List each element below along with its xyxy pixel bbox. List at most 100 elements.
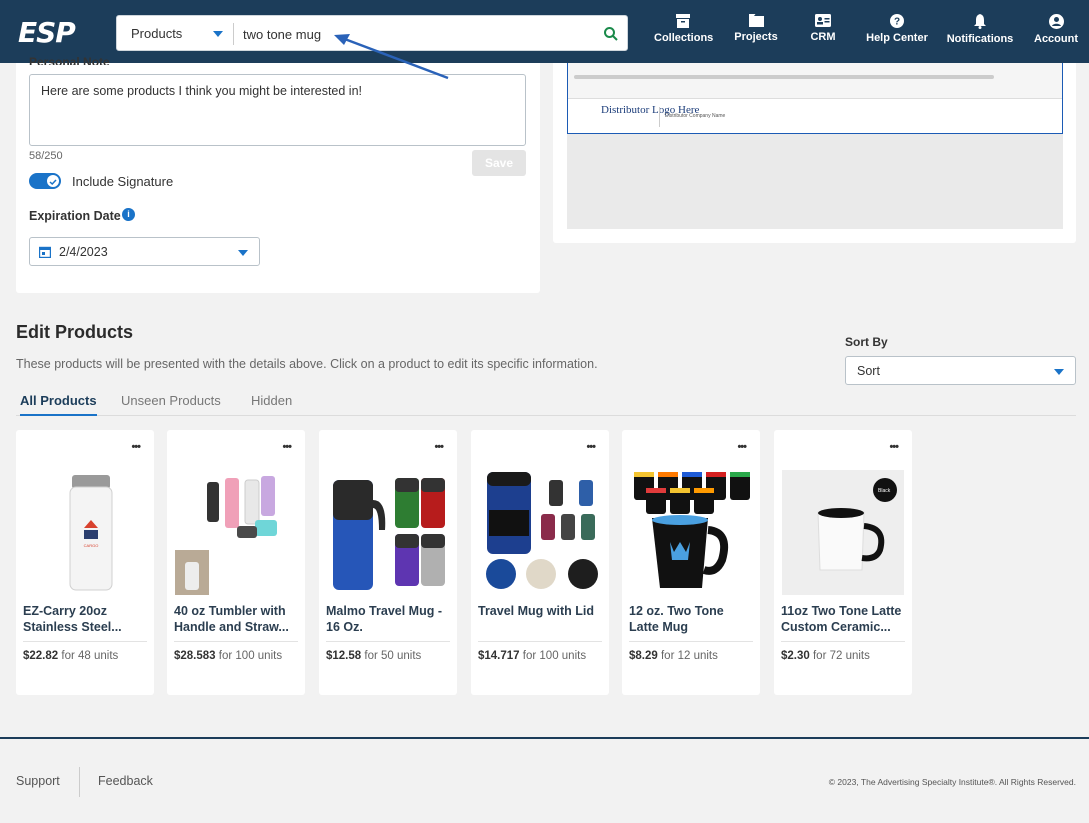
preview-toolbar <box>568 63 1062 99</box>
price-value: $28.583 <box>174 650 216 662</box>
nav-projects[interactable]: Projects <box>733 14 779 56</box>
product-tabs: All Products Unseen Products Hidden <box>16 391 1076 416</box>
divider <box>781 641 905 642</box>
product-name: 12 oz. Two Tone Latte Mug <box>629 604 724 634</box>
contact-card-icon <box>815 14 831 27</box>
expiration-date-value: 2/4/2023 <box>59 245 108 259</box>
product-price: $28.583 for 100 units <box>174 650 282 662</box>
nav-account[interactable]: Account <box>1033 14 1079 56</box>
product-name: EZ-Carry 20oz Stainless Steel... <box>23 604 122 634</box>
product-image <box>479 470 601 595</box>
folder-icon <box>748 14 764 27</box>
tab-hidden[interactable]: Hidden <box>251 393 292 414</box>
search-divider <box>233 23 234 45</box>
more-options-icon[interactable]: ••• <box>434 441 444 453</box>
tab-unseen-products[interactable]: Unseen Products <box>121 393 221 414</box>
preview-scrollbar <box>574 75 994 79</box>
edit-products-title: Edit Products <box>16 322 134 342</box>
product-card[interactable]: ••• 12 oz. Two Tone Latte Mug $8.29 for … <box>622 430 760 695</box>
chevron-down-icon <box>1054 369 1064 375</box>
nav-help-center[interactable]: ? Help Center <box>865 14 929 56</box>
product-name: Malmo Travel Mug - 16 Oz. <box>326 604 442 634</box>
chevron-down-icon[interactable] <box>213 31 223 37</box>
tab-all-products[interactable]: All Products <box>20 393 97 416</box>
search-input[interactable] <box>243 24 583 44</box>
account-icon <box>1048 14 1064 29</box>
top-header: ESP Products Collections Projects CRM ? … <box>0 0 1089 63</box>
include-signature-toggle[interactable] <box>29 173 61 189</box>
product-card[interactable]: ••• Malmo Travel Mug - 16 Oz. $12.58 for… <box>319 430 457 695</box>
price-quantity: for 50 units <box>364 650 422 662</box>
product-card[interactable]: ••• 40 oz Tumbler with Handle and Straw.… <box>167 430 305 695</box>
info-icon[interactable]: i <box>122 208 135 221</box>
nav-help-center-label: Help Center <box>866 32 928 44</box>
product-card[interactable]: ••• Travel Mug with Lid $14.717 for 100 … <box>471 430 609 695</box>
sort-select[interactable]: Sort <box>845 356 1076 385</box>
nav-crm[interactable]: CRM <box>808 14 838 56</box>
save-button[interactable]: Save <box>472 150 526 176</box>
esp-logo[interactable]: ESP <box>18 16 76 49</box>
calendar-icon <box>39 246 51 258</box>
more-options-icon[interactable]: ••• <box>586 441 596 453</box>
price-value: $22.82 <box>23 650 59 662</box>
product-card[interactable]: ••• Black 11oz Two Tone Latte Custom Cer… <box>774 430 912 695</box>
price-value: $8.29 <box>629 650 658 662</box>
help-icon: ? <box>890 14 904 28</box>
support-link[interactable]: Support <box>16 774 60 788</box>
character-counter: 58/250 <box>29 150 63 162</box>
nav-projects-label: Projects <box>734 31 778 43</box>
nav-crm-label: CRM <box>810 31 836 43</box>
price-value: $2.30 <box>781 650 810 662</box>
archive-icon <box>676 14 690 28</box>
product-price: $12.58 for 50 units <box>326 650 421 662</box>
svg-text:?: ? <box>894 17 900 28</box>
expiration-date-picker[interactable]: 2/4/2023 <box>29 237 260 266</box>
more-options-icon[interactable]: ••• <box>282 441 292 453</box>
price-quantity: for 100 units <box>522 650 587 662</box>
price-quantity: for 12 units <box>660 650 718 662</box>
toggle-knob <box>47 175 59 187</box>
nav-account-label: Account <box>1034 33 1078 45</box>
product-name: 40 oz Tumbler with Handle and Straw... <box>174 604 289 634</box>
search-bar: Products <box>116 15 628 51</box>
edit-products-description: These products will be presented with th… <box>16 357 598 371</box>
preview-divider <box>659 107 660 127</box>
product-price: $8.29 for 12 units <box>629 650 718 662</box>
feedback-link[interactable]: Feedback <box>98 774 153 788</box>
more-options-icon[interactable]: ••• <box>737 441 747 453</box>
search-icon[interactable] <box>603 26 619 42</box>
more-options-icon[interactable]: ••• <box>889 441 899 453</box>
nav-collections[interactable]: Collections <box>654 14 714 56</box>
price-value: $14.717 <box>478 650 520 662</box>
product-card[interactable]: ••• CARGO EZ-Carry 20oz Stainless Steel.… <box>16 430 154 695</box>
copyright-text: © 2023, The Advertising Specialty Instit… <box>828 777 1076 787</box>
personal-note-textarea[interactable]: Here are some products I think you might… <box>29 74 526 146</box>
product-price: $14.717 for 100 units <box>478 650 586 662</box>
nav-collections-label: Collections <box>654 32 714 44</box>
page-footer: Support Feedback © 2023, The Advertising… <box>0 737 1089 823</box>
product-image <box>327 470 449 595</box>
product-name: Travel Mug with Lid <box>478 604 594 618</box>
search-type-select[interactable]: Products <box>131 26 182 41</box>
check-icon <box>49 179 57 186</box>
expiration-date-label: Expiration Date <box>29 209 121 223</box>
sort-by-label: Sort By <box>845 335 888 349</box>
price-quantity: for 72 units <box>812 650 870 662</box>
personal-note-label: Personal Note <box>29 55 110 65</box>
divider <box>23 641 147 642</box>
nav-notifications[interactable]: Notifications <box>946 14 1014 56</box>
divider <box>629 641 753 642</box>
sort-select-value: Sort <box>857 364 880 378</box>
product-image <box>175 470 297 595</box>
price-quantity: for 48 units <box>61 650 119 662</box>
divider <box>326 641 450 642</box>
preview-frame: Distributor Logo Here Distributor Compan… <box>567 63 1063 134</box>
nav-notifications-label: Notifications <box>946 33 1014 45</box>
footer-divider <box>79 767 80 797</box>
include-signature-label: Include Signature <box>72 174 174 189</box>
presentation-preview: Distributor Logo Here Distributor Compan… <box>567 63 1063 229</box>
more-options-icon[interactable]: ••• <box>131 441 141 453</box>
product-image: CARGO <box>24 470 146 595</box>
divider <box>478 641 602 642</box>
color-badge: Black <box>878 488 891 494</box>
